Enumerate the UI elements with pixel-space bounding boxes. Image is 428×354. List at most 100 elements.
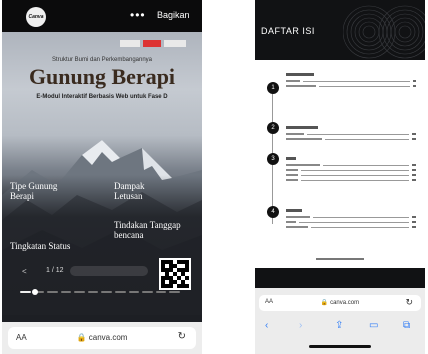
toc-row[interactable] bbox=[286, 136, 416, 141]
institution-logos bbox=[120, 38, 192, 48]
toc-node-3[interactable]: 3 bbox=[267, 153, 279, 165]
cover-title: Gunung Berapi bbox=[28, 64, 176, 89]
page-indicator: 1 / 12 bbox=[46, 267, 64, 274]
section-title: Tingkatan Status bbox=[10, 241, 71, 251]
page-progress-bar[interactable] bbox=[20, 289, 180, 295]
toc-row-page bbox=[412, 225, 416, 228]
url-text: 🔒 canva.com bbox=[76, 333, 128, 342]
previous-page-icon[interactable]: < bbox=[22, 267, 27, 276]
share-icon[interactable]: ⇪ bbox=[335, 320, 343, 331]
toc-row-label bbox=[286, 132, 304, 135]
toc-row-label bbox=[286, 168, 298, 171]
toc-row-page bbox=[412, 178, 416, 181]
leader-line bbox=[301, 173, 409, 176]
toc-block-title bbox=[286, 73, 314, 76]
toc-node-4[interactable]: 4 bbox=[267, 206, 279, 218]
toc-block-1 bbox=[286, 73, 416, 88]
progress-segment bbox=[169, 291, 180, 293]
toc-row-page bbox=[412, 163, 416, 166]
toc-block-title bbox=[286, 157, 296, 160]
url-label: canva.com bbox=[330, 300, 360, 306]
bookmarks-icon[interactable]: ▭ bbox=[369, 320, 378, 331]
progress-segment bbox=[128, 291, 140, 293]
leader-line bbox=[303, 79, 410, 82]
toc-row-label bbox=[286, 215, 310, 218]
progress-segment bbox=[47, 291, 58, 293]
url-label: canva.com bbox=[88, 333, 128, 342]
toc-row-page bbox=[413, 79, 416, 82]
section-title: Tipe Gunung bbox=[10, 181, 58, 191]
logo-1 bbox=[120, 39, 140, 47]
left-phone-screen: Canva ••• Bagikan Struktur Bumi dan Perk… bbox=[2, 0, 202, 354]
section-title: bencana bbox=[114, 230, 144, 240]
toc-block-title bbox=[286, 126, 318, 129]
page-navigator: < 1 / 12 bbox=[2, 264, 154, 280]
app-top-bar: Canva ••• Bagikan bbox=[2, 0, 202, 32]
toc-row[interactable] bbox=[286, 224, 416, 229]
progress-segment bbox=[87, 291, 99, 293]
section-title: Tindakan Tanggap bbox=[114, 220, 181, 230]
leader-line bbox=[323, 163, 409, 166]
qr-code-pattern bbox=[161, 260, 189, 288]
progress-segment bbox=[60, 291, 72, 293]
address-bar[interactable]: AA 🔒 canva.com ↻ bbox=[8, 327, 196, 349]
toc-row-page bbox=[412, 215, 416, 218]
section-title: Letusan bbox=[114, 191, 143, 201]
toc-block-2 bbox=[286, 126, 416, 141]
toc-block-title bbox=[286, 209, 302, 212]
section-tindakan-tanggap-bencana[interactable]: Tindakan Tanggap bencana bbox=[114, 220, 181, 240]
leader-line bbox=[313, 215, 409, 218]
toc-row-page bbox=[412, 220, 416, 223]
leader-line bbox=[307, 132, 409, 135]
leader-line bbox=[325, 137, 409, 140]
toc-header: DAFTAR ISI bbox=[255, 0, 425, 60]
progress-segment bbox=[142, 291, 153, 293]
reload-icon[interactable]: ↻ bbox=[405, 297, 413, 308]
footer-url bbox=[255, 256, 425, 261]
reload-icon[interactable]: ↻ bbox=[178, 331, 186, 342]
leader-line bbox=[311, 225, 409, 228]
progress-segment bbox=[74, 291, 85, 293]
toc-row[interactable] bbox=[286, 83, 416, 88]
toc-row-label bbox=[286, 220, 296, 223]
leader-line bbox=[301, 178, 409, 181]
section-dampak-letusan[interactable]: Dampak Letusan bbox=[114, 181, 145, 201]
logo-3 bbox=[164, 39, 186, 47]
toc-row-label bbox=[286, 79, 300, 82]
tabs-icon[interactable]: ⧉ bbox=[403, 320, 410, 331]
cover-tagline: E-Modul Interaktif Berbasis Web untuk Fa… bbox=[36, 94, 168, 100]
toc-row-label bbox=[286, 137, 322, 140]
toc-row-label bbox=[286, 84, 316, 87]
page-caption-bar bbox=[70, 266, 148, 276]
toc-row-label bbox=[286, 163, 320, 166]
browser-bottom-bar: AA 🔒 canva.com ↻ ‹ › ⇪ ▭ ⧉ bbox=[255, 288, 425, 354]
address-bar[interactable]: AA 🔒 canva.com ↻ bbox=[259, 295, 421, 311]
browser-toolbar: ‹ › ⇪ ▭ ⧉ bbox=[255, 316, 425, 336]
toc-row-page bbox=[412, 168, 416, 171]
browser-bottom-bar: AA 🔒 canva.com ↻ bbox=[2, 322, 202, 354]
cover-subtitle: Struktur Bumi dan Perkembangannya bbox=[51, 57, 153, 63]
progress-segment bbox=[101, 291, 113, 293]
right-phone-screen: DAFTAR ISI 1 2 3 4 AA 🔒 canva.com ↻ ‹ › … bbox=[255, 0, 425, 354]
toc-row-label bbox=[286, 173, 298, 176]
forward-icon[interactable]: › bbox=[299, 320, 302, 331]
logo-2 bbox=[143, 39, 161, 47]
qr-code[interactable] bbox=[159, 258, 191, 290]
decorative-circles bbox=[343, 5, 425, 59]
footer-url-text bbox=[316, 258, 364, 260]
more-options-button[interactable]: ••• bbox=[130, 8, 146, 22]
share-button[interactable]: Bagikan bbox=[157, 10, 190, 20]
toc-node-1[interactable]: 1 bbox=[267, 82, 279, 94]
section-title: Dampak bbox=[114, 181, 145, 191]
toc-block-4 bbox=[286, 209, 416, 229]
canva-logo[interactable]: Canva bbox=[26, 7, 46, 27]
section-tingkatan-status[interactable]: Tingkatan Status bbox=[10, 241, 70, 251]
toc-node-2[interactable]: 2 bbox=[267, 122, 279, 134]
back-icon[interactable]: ‹ bbox=[265, 320, 268, 331]
home-indicator bbox=[309, 345, 371, 348]
toc-row[interactable] bbox=[286, 177, 416, 182]
toc-block-3 bbox=[286, 157, 416, 182]
progress-knob[interactable] bbox=[32, 289, 38, 295]
section-tipe-gunung-berapi[interactable]: Tipe Gunung Berapi bbox=[10, 181, 57, 201]
toc-footer-band bbox=[255, 268, 425, 288]
